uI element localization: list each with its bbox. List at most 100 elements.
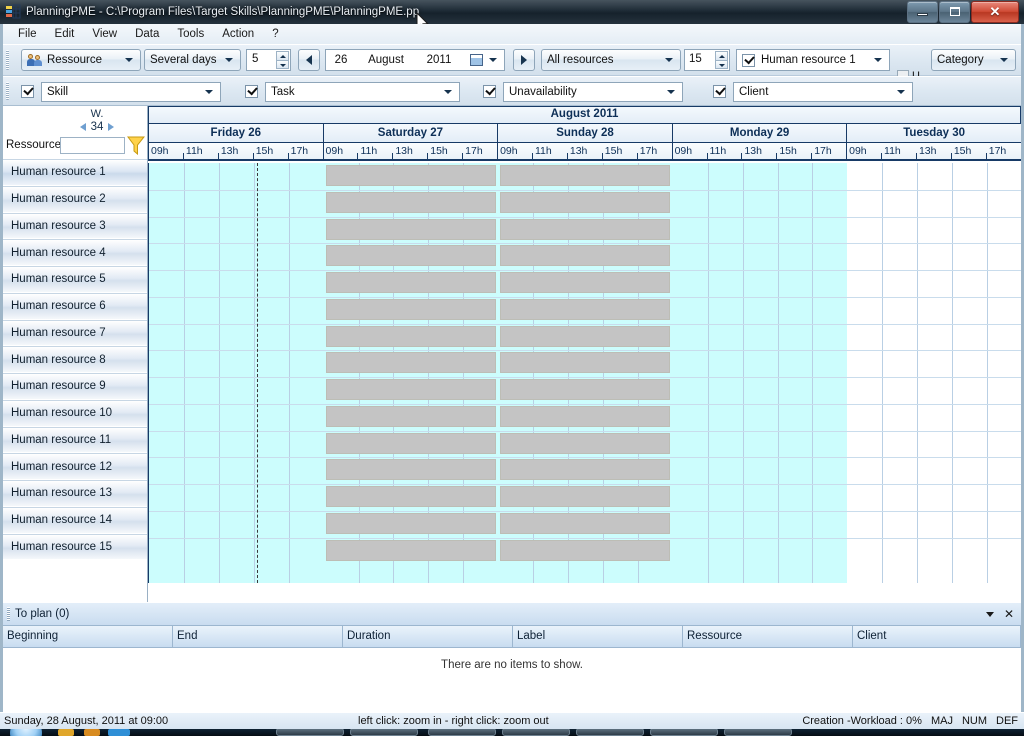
day-header[interactable]: Tuesday 30 <box>847 124 1021 142</box>
day-header[interactable]: Saturday 27 <box>323 124 499 142</box>
date-field[interactable]: 26 August 2011 <box>325 49 505 71</box>
close-button[interactable]: ✕ <box>971 1 1019 23</box>
unavailability-block[interactable] <box>500 272 670 293</box>
hour-header-cell[interactable]: 11h <box>707 143 743 161</box>
week-next-icon[interactable] <box>108 123 115 131</box>
view-mode-combo[interactable]: Ressource <box>21 49 141 71</box>
filter-task-checkbox[interactable] <box>245 85 258 98</box>
unavailability-block[interactable] <box>326 299 496 320</box>
days-count-spinner[interactable]: 5 <box>246 49 291 71</box>
resource-row[interactable]: Human resource 12 <box>3 453 147 480</box>
to-plan-column-header[interactable]: Label <box>513 626 683 647</box>
unavailability-block[interactable] <box>500 326 670 347</box>
menu-data[interactable]: Data <box>126 26 168 42</box>
menu-view[interactable]: View <box>83 26 126 42</box>
hour-header-cell[interactable]: 11h <box>358 143 394 161</box>
resource-row[interactable]: Human resource 3 <box>3 212 147 240</box>
hour-header-cell[interactable]: 11h <box>532 143 568 161</box>
filter-unavailability-checkbox[interactable] <box>483 85 496 98</box>
filter-task[interactable]: Task <box>245 82 460 102</box>
hour-header-cell[interactable]: 13h <box>567 143 603 161</box>
to-plan-grip[interactable] <box>7 607 10 621</box>
period-combo[interactable]: Several days <box>144 49 241 71</box>
resource-row[interactable]: Human resource 4 <box>3 239 147 266</box>
hour-header-cell[interactable]: 13h <box>218 143 254 161</box>
filter-unavailability[interactable]: Unavailability <box>483 82 683 102</box>
next-period-button[interactable] <box>513 49 535 71</box>
category-combo[interactable]: Category <box>931 49 1016 71</box>
resource-row[interactable]: Human resource 6 <box>3 292 147 320</box>
previous-period-button[interactable] <box>298 49 320 71</box>
resource-row[interactable]: Human resource 10 <box>3 399 147 427</box>
funnel-icon[interactable] <box>127 136 145 155</box>
unavailability-block[interactable] <box>500 459 670 480</box>
filter-client[interactable]: Client <box>713 82 913 102</box>
day-column[interactable] <box>149 163 324 583</box>
filter-task-box[interactable]: Task <box>265 82 460 102</box>
unavailability-block[interactable] <box>326 433 496 454</box>
resource-filter-input[interactable] <box>60 137 125 154</box>
resource-count-spinner[interactable]: 15 <box>684 49 730 71</box>
unavailability-block[interactable] <box>326 379 496 400</box>
close-icon[interactable]: ✕ <box>1004 608 1014 620</box>
day-column[interactable] <box>847 163 1021 583</box>
unavailability-block[interactable] <box>326 219 496 240</box>
unavailability-block[interactable] <box>500 513 670 534</box>
unavailability-block[interactable] <box>500 352 670 373</box>
resource-row[interactable]: Human resource 14 <box>3 506 147 534</box>
resource-row[interactable]: Human resource 8 <box>3 346 147 373</box>
hour-header-cell[interactable]: 15h <box>602 143 638 161</box>
unavailability-block[interactable] <box>326 192 496 213</box>
unavailability-block[interactable] <box>500 540 670 561</box>
filter-skill[interactable]: Skill <box>21 82 221 102</box>
chevron-down-icon[interactable] <box>985 611 994 617</box>
os-taskbar[interactable] <box>0 729 1024 736</box>
unavailability-block[interactable] <box>326 165 496 186</box>
quicklaunch-icon-1[interactable] <box>58 729 74 736</box>
unavailability-block[interactable] <box>500 245 670 266</box>
resource-row[interactable]: Human resource 13 <box>3 480 147 507</box>
day-header[interactable]: Monday 29 <box>672 124 848 142</box>
hour-header-cell[interactable]: 17h <box>463 143 499 159</box>
unavailability-block[interactable] <box>326 540 496 561</box>
resource-count-spin-buttons[interactable] <box>715 51 728 69</box>
resource-row[interactable]: Human resource 7 <box>3 319 147 347</box>
filter-client-box[interactable]: Client <box>733 82 913 102</box>
menu-help[interactable]: ? <box>263 26 287 42</box>
unavailability-block[interactable] <box>326 272 496 293</box>
hour-header-cell[interactable]: 09h <box>149 143 184 161</box>
toolbar-grip[interactable] <box>6 50 9 70</box>
maximize-button[interactable] <box>939 1 970 23</box>
hour-header-cell[interactable]: 15h <box>253 143 289 161</box>
week-prev-icon[interactable] <box>79 123 86 131</box>
schedule-grid-body[interactable] <box>148 163 1021 583</box>
to-plan-column-header[interactable]: Ressource <box>683 626 853 647</box>
to-plan-column-header[interactable]: Duration <box>343 626 513 647</box>
quicklaunch-icon-3[interactable] <box>108 729 130 736</box>
hour-header-cell[interactable]: 09h <box>323 143 359 161</box>
hour-header-cell[interactable]: 17h <box>812 143 848 159</box>
hour-header-cell[interactable]: 15h <box>428 143 464 161</box>
days-count-up[interactable] <box>276 51 289 60</box>
filter-skill-checkbox[interactable] <box>21 85 34 98</box>
unavailability-block[interactable] <box>326 326 496 347</box>
taskbar-tile-7[interactable] <box>724 729 792 736</box>
unavailability-block[interactable] <box>500 299 670 320</box>
filter-toolbar-grip[interactable] <box>6 82 9 100</box>
taskbar-tile-3[interactable] <box>428 729 496 736</box>
hour-header-cell[interactable]: 17h <box>288 143 324 159</box>
filter-unavailability-box[interactable]: Unavailability <box>503 82 683 102</box>
start-orb-icon[interactable] <box>10 729 42 736</box>
menu-tools[interactable]: Tools <box>168 26 213 42</box>
taskbar-tile-6[interactable] <box>650 729 718 736</box>
hour-header-cell[interactable]: 09h <box>672 143 708 161</box>
hour-header-cell[interactable]: 17h <box>986 143 1021 159</box>
hour-header-cell[interactable]: 15h <box>777 143 813 161</box>
unavailability-block[interactable] <box>326 459 496 480</box>
days-count-spin-buttons[interactable] <box>276 51 289 69</box>
resource-count-down[interactable] <box>715 60 728 69</box>
days-count-down[interactable] <box>276 60 289 69</box>
resource-list[interactable]: Human resource 1 Human resource 2 Human re… <box>3 159 147 602</box>
hour-header-cell[interactable]: 09h <box>498 143 533 161</box>
hour-header-cell[interactable]: 17h <box>637 143 673 159</box>
